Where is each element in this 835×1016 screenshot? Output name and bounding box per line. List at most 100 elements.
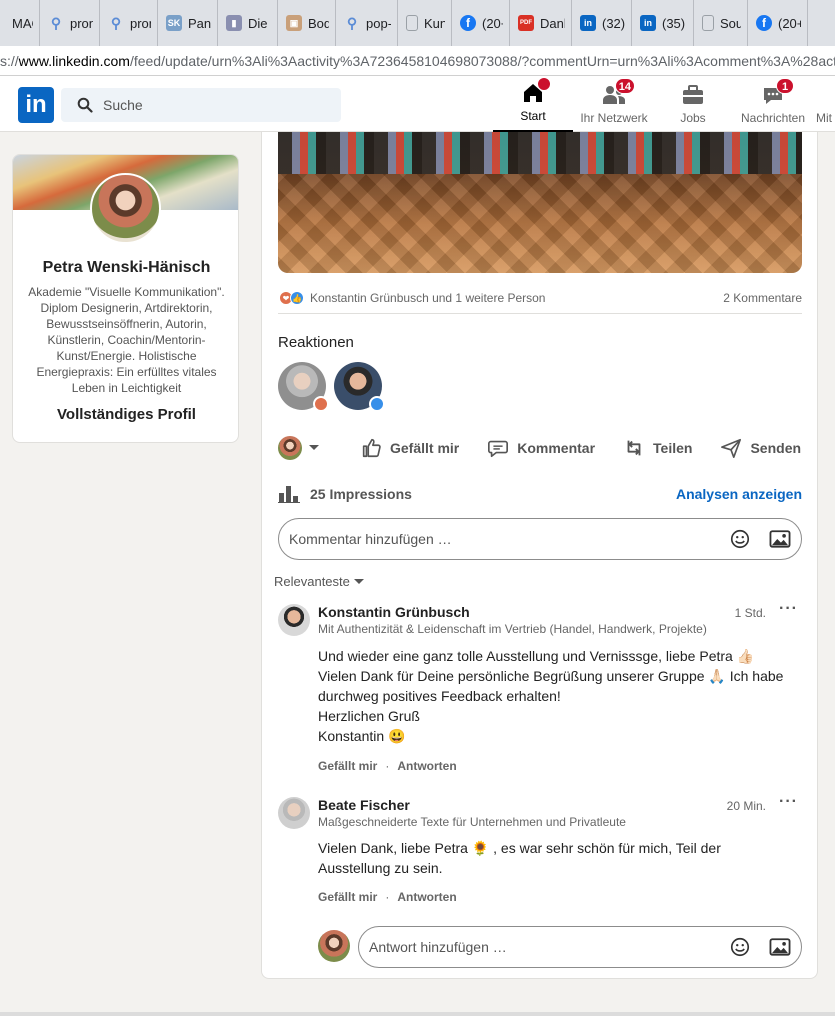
nav-jobs[interactable]: Jobs	[668, 76, 718, 132]
search-bar[interactable]	[61, 88, 341, 122]
image-icon: ▣	[286, 15, 302, 31]
reactor-avatar-beate[interactable]	[278, 362, 329, 412]
like-button[interactable]: Gefällt mir	[360, 437, 459, 459]
comments-count[interactable]: 2 Kommentare	[723, 291, 802, 305]
browser-tab-label: Kuns	[424, 15, 445, 31]
image-icon[interactable]	[769, 529, 791, 549]
comment-time: 20 Min.	[726, 799, 766, 813]
reactions-text[interactable]: Konstantin Grünbusch und 1 weitere Perso…	[310, 291, 723, 305]
comment-actions: Gefällt mir · Antworten	[318, 759, 457, 773]
comment-input[interactable]	[289, 531, 711, 547]
reply-box[interactable]	[358, 926, 802, 968]
linkedin-icon: in	[640, 15, 656, 31]
browser-tab[interactable]: Soul	[694, 0, 748, 46]
comment-button[interactable]: Kommentar	[487, 437, 595, 459]
nav-more[interactable]: Mit	[816, 76, 835, 132]
full-profile-link[interactable]: Vollständiges Profil	[13, 406, 238, 423]
comment-box[interactable]	[278, 518, 802, 560]
impressions-row: 25 Impressions Analysen anzeigen	[278, 484, 802, 504]
actor-avatar	[278, 436, 302, 460]
reactor-avatar-konstantin[interactable]	[334, 362, 385, 412]
analytics-icon	[278, 486, 300, 503]
browser-tab[interactable]: Kuns	[398, 0, 452, 46]
reactions-summary[interactable]: ❤ 👍 Konstantin Grünbusch und 1 weitere P…	[279, 289, 802, 307]
caret-down-icon	[353, 579, 364, 584]
comment-icon	[488, 440, 509, 458]
browser-tab-bar: MAC⚲pron⚲pronSKPanc▮Die 2▣Bode⚲pop-Kunsf…	[0, 0, 835, 46]
search-input[interactable]	[103, 97, 323, 113]
like-label: Gefällt mir	[390, 440, 460, 456]
browser-tab[interactable]: f (20+	[748, 0, 808, 46]
comment-line: Konstantin 😃	[318, 728, 406, 744]
browser-tab[interactable]: ⚲ pron	[100, 0, 158, 46]
messages-badge: 1	[776, 78, 794, 94]
comment-reply-button[interactable]: Antworten	[397, 759, 456, 773]
post-image-floor	[278, 174, 802, 273]
browser-tab[interactable]: ▮ Die 2	[218, 0, 278, 46]
like-reaction-icon	[369, 396, 385, 412]
browser-tab-label: (20+	[482, 15, 503, 31]
chevron-down-icon	[309, 445, 319, 450]
comment-item: Konstantin Grünbusch Mit Authentizität &…	[278, 600, 802, 774]
love-reaction-icon	[313, 396, 329, 412]
nav-more-label: Mit	[816, 111, 832, 125]
browser-tab[interactable]: in (35) /	[632, 0, 694, 46]
send-label: Senden	[750, 440, 802, 456]
browser-tab[interactable]: MAC	[0, 0, 40, 46]
profile-avatar[interactable]	[90, 173, 161, 244]
thumbs-up-icon	[362, 438, 381, 458]
browser-tab-label: pron	[130, 15, 151, 31]
nav-messages-label: Nachrichten	[740, 111, 806, 125]
address-bar[interactable]: s://www.linkedin.com/feed/update/urn%3Al…	[0, 46, 835, 76]
search-icon: ⚲	[346, 14, 358, 31]
linkedin-icon: in	[580, 15, 596, 31]
comment-header: Konstantin Grünbusch Mit Authentizität &…	[318, 604, 802, 636]
browser-tab-label: (35) /	[662, 15, 687, 31]
comment-reply-button[interactable]: Antworten	[397, 890, 456, 904]
nav-messages[interactable]: 1 Nachrichten	[738, 76, 808, 132]
browser-tab-label: Dank	[540, 15, 565, 31]
nav-network[interactable]: 14 Ihr Netzwerk	[578, 76, 650, 132]
commenter-avatar[interactable]	[278, 604, 310, 636]
commenter-name[interactable]: Konstantin Grünbusch	[318, 604, 802, 620]
nav-start[interactable]: Start	[493, 76, 573, 132]
actor-switch-button[interactable]	[278, 436, 328, 460]
browser-tab[interactable]: SK Panc	[158, 0, 218, 46]
bottom-edge	[0, 1012, 835, 1016]
emoji-icon[interactable]	[729, 936, 751, 958]
browser-tab[interactable]: ⚲ pron	[40, 0, 100, 46]
image-icon[interactable]	[769, 937, 791, 957]
view-analytics-link[interactable]: Analysen anzeigen	[676, 486, 802, 502]
browser-tab[interactable]: in (32) (	[572, 0, 632, 46]
commenter-avatar[interactable]	[278, 797, 310, 829]
browser-tab-label: MAC	[12, 15, 33, 31]
profile-name[interactable]: Petra Wenski-Hänisch	[13, 259, 238, 277]
comment-like-button[interactable]: Gefällt mir	[318, 890, 377, 904]
reactions-title: Reaktionen	[278, 334, 354, 351]
my-avatar	[318, 930, 350, 962]
reply-input[interactable]	[369, 939, 711, 955]
repost-icon	[627, 440, 641, 456]
linkedin-logo[interactable]: in	[18, 87, 54, 123]
profile-headline: Akademie "Visuelle Kommunikation". Diplo…	[28, 285, 225, 395]
comment-like-button[interactable]: Gefällt mir	[318, 759, 377, 773]
share-button[interactable]: Teilen	[623, 437, 692, 459]
emoji-icon[interactable]	[729, 528, 751, 550]
comment-line: Und wieder eine ganz tolle Ausstellung u…	[318, 648, 755, 664]
more-options-icon[interactable]: ···	[779, 793, 798, 811]
comment-line: Vielen Dank, liebe Petra 🌻 , es war sehr…	[318, 840, 721, 876]
browser-tab[interactable]: f (20+	[452, 0, 510, 46]
post-image[interactable]	[278, 132, 802, 273]
browser-tab[interactable]: ▣ Bode	[278, 0, 336, 46]
send-button[interactable]: Senden	[720, 437, 801, 459]
comment-text: Und wieder eine ganz tolle Ausstellung u…	[318, 646, 788, 746]
browser-tab-label: Die 2	[248, 15, 271, 31]
comment-sort-dropdown[interactable]: Relevanteste	[274, 574, 364, 589]
more-options-icon[interactable]: ···	[779, 600, 798, 618]
commenter-headline: Maßgeschneiderte Texte für Unternehmen u…	[318, 815, 626, 829]
browser-tab[interactable]: PDF Dank	[510, 0, 572, 46]
profile-card: Petra Wenski-Hänisch Akademie "Visuelle …	[12, 154, 239, 443]
comment-actions: Gefällt mir · Antworten	[318, 890, 457, 904]
browser-tab[interactable]: ⚲ pop-	[336, 0, 398, 46]
facebook-icon: f	[756, 15, 772, 31]
